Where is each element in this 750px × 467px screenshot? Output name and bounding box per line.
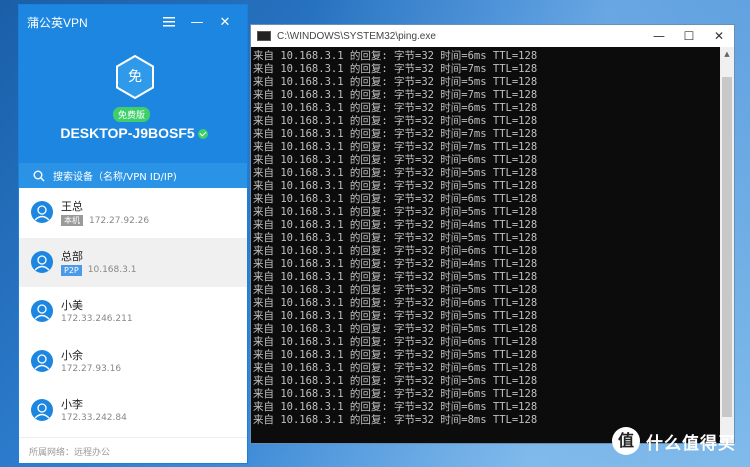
device-list: 王总 本机 172.27.92.26 总部 P2P 10.168.3.1 小美 … xyxy=(19,188,247,436)
console-lines: 来自 10.168.3.1 的回复: 字节=32 时间=6ms TTL=128 来… xyxy=(253,50,537,427)
console-line: 来自 10.168.3.1 的回复: 字节=32 时间=5ms TTL=128 xyxy=(253,310,538,322)
device-item-hq[interactable]: 总部 P2P 10.168.3.1 xyxy=(19,237,247,287)
console-line: 来自 10.168.3.1 的回复: 字节=32 时间=5ms TTL=128 xyxy=(253,232,538,244)
search-placeholder: 搜索设备（名称/VPN ID/IP) xyxy=(53,172,177,183)
device-sub: 本机 172.27.92.26 xyxy=(61,215,149,226)
plan-badge: 免费版 xyxy=(113,107,151,122)
hamburger-icon[interactable] xyxy=(155,12,183,32)
device-sub: 172.33.246.211 xyxy=(61,314,133,324)
console-line: 来自 10.168.3.1 的回复: 字节=32 时间=6ms TTL=128 xyxy=(253,401,538,413)
device-item-xiaoyu[interactable]: 小余 172.27.93.16 xyxy=(19,337,247,387)
console-line: 来自 10.168.3.1 的回复: 字节=32 时间=6ms TTL=128 xyxy=(253,193,538,205)
ping-console-window: C:\WINDOWS\SYSTEM32\ping.exe — ☐ ✕ 来自 10… xyxy=(250,24,735,444)
device-item-wang[interactable]: 王总 本机 172.27.92.26 xyxy=(19,188,247,238)
watermark-text: 什么值得买 xyxy=(646,433,736,454)
device-name: 小美 xyxy=(61,299,83,312)
console-line: 来自 10.168.3.1 的回复: 字节=32 时间=6ms TTL=128 xyxy=(253,388,538,400)
device-ip: 172.33.246.211 xyxy=(61,314,133,324)
search-icon xyxy=(33,170,45,181)
console-output[interactable]: 来自 10.168.3.1 的回复: 字节=32 时间=6ms TTL=128 来… xyxy=(251,47,734,443)
app-title: 蒲公英VPN xyxy=(27,15,88,30)
console-line: 来自 10.168.3.1 的回复: 字节=32 时间=6ms TTL=128 xyxy=(253,336,538,348)
device-name: 王总 xyxy=(61,200,83,213)
vpn-window: 蒲公英VPN — ✕ 免 免费版 DESKTOP-J9BOSF5 搜索设备（名称… xyxy=(18,4,248,464)
console-line: 来自 10.168.3.1 的回复: 字节=32 时间=5ms TTL=128 xyxy=(253,167,538,179)
user-avatar-icon xyxy=(31,250,53,273)
watermark-logo: 值 xyxy=(612,427,640,455)
console-line: 来自 10.168.3.1 的回复: 字节=32 时间=5ms TTL=128 xyxy=(253,271,538,283)
console-line: 来自 10.168.3.1 的回复: 字节=32 时间=6ms TTL=128 xyxy=(253,245,538,257)
user-avatar-icon xyxy=(31,201,53,223)
console-scrollbar[interactable]: ▲ xyxy=(720,47,734,443)
close-button[interactable]: ✕ xyxy=(211,12,239,32)
console-line: 来自 10.168.3.1 的回复: 字节=32 时间=5ms TTL=128 xyxy=(253,349,538,361)
console-maximize-button[interactable]: ☐ xyxy=(674,25,704,47)
console-line: 来自 10.168.3.1 的回复: 字节=32 时间=6ms TTL=128 xyxy=(253,115,538,127)
device-name: DESKTOP-J9BOSF5 xyxy=(60,125,195,141)
console-line: 来自 10.168.3.1 的回复: 字节=32 时间=7ms TTL=128 xyxy=(253,128,538,140)
console-line: 来自 10.168.3.1 的回复: 字节=32 时间=7ms TTL=128 xyxy=(253,63,538,75)
console-line: 来自 10.168.3.1 的回复: 字节=32 时间=8ms TTL=128 xyxy=(253,414,538,426)
device-item-xiaomei[interactable]: 小美 172.33.246.211 xyxy=(19,287,247,337)
device-ip: 172.33.242.84 xyxy=(61,413,127,423)
console-icon xyxy=(257,31,271,41)
device-sub: 172.33.242.84 xyxy=(61,413,127,423)
console-line: 来自 10.168.3.1 的回复: 字节=32 时间=5ms TTL=128 xyxy=(253,284,538,296)
status-badge: 本机 xyxy=(61,215,83,226)
avatar-char: 免 xyxy=(128,69,142,85)
device-ip: 10.168.3.1 xyxy=(87,265,137,275)
device-ip: 172.27.92.26 xyxy=(89,215,150,226)
console-line: 来自 10.168.3.1 的回复: 字节=32 时间=4ms TTL=128 xyxy=(253,219,538,231)
vpn-titlebar: 蒲公英VPN — ✕ xyxy=(19,5,247,39)
online-check-icon xyxy=(197,129,208,140)
search-input[interactable]: 搜索设备（名称/VPN ID/IP) xyxy=(19,163,247,188)
account-avatar[interactable]: 免 xyxy=(115,54,155,100)
user-avatar-icon xyxy=(31,300,53,322)
device-sub: 172.27.93.16 xyxy=(61,364,121,374)
console-line: 来自 10.168.3.1 的回复: 字节=32 时间=6ms TTL=128 xyxy=(253,362,538,374)
device-sub: P2P 10.168.3.1 xyxy=(61,264,137,276)
device-name-row: DESKTOP-J9BOSF5 xyxy=(19,125,247,141)
watermark: 值 什么值得买 xyxy=(612,427,736,455)
device-name: 小李 xyxy=(61,398,83,411)
console-close-button[interactable]: ✕ xyxy=(704,25,734,47)
device-item-xiaoli[interactable]: 小李 172.33.242.84 xyxy=(19,386,247,436)
status-badge: P2P xyxy=(61,264,82,276)
user-avatar-icon xyxy=(31,349,53,372)
console-line: 来自 10.168.3.1 的回复: 字节=32 时间=5ms TTL=128 xyxy=(253,375,538,387)
console-line: 来自 10.168.3.1 的回复: 字节=32 时间=4ms TTL=128 xyxy=(253,258,538,270)
console-line: 来自 10.168.3.1 的回复: 字节=32 时间=6ms TTL=128 xyxy=(253,50,538,62)
console-line: 来自 10.168.3.1 的回复: 字节=32 时间=7ms TTL=128 xyxy=(253,141,538,153)
console-line: 来自 10.168.3.1 的回复: 字节=32 时间=5ms TTL=128 xyxy=(253,180,538,192)
console-line: 来自 10.168.3.1 的回复: 字节=32 时间=5ms TTL=128 xyxy=(253,206,538,218)
scroll-up-icon[interactable]: ▲ xyxy=(720,47,734,61)
minimize-button[interactable]: — xyxy=(183,12,211,32)
device-ip: 172.27.93.16 xyxy=(61,363,122,374)
console-line: 来自 10.168.3.1 的回复: 字节=32 时间=5ms TTL=128 xyxy=(253,323,538,335)
console-titlebar: C:\WINDOWS\SYSTEM32\ping.exe — ☐ ✕ xyxy=(251,25,734,47)
console-line: 来自 10.168.3.1 的回复: 字节=32 时间=7ms TTL=128 xyxy=(253,89,538,101)
console-title: C:\WINDOWS\SYSTEM32\ping.exe xyxy=(277,30,436,42)
console-line: 来自 10.168.3.1 的回复: 字节=32 时间=5ms TTL=128 xyxy=(253,76,538,88)
user-avatar-icon xyxy=(31,399,53,421)
device-name: 总部 xyxy=(61,249,83,263)
vpn-header: 蒲公英VPN — ✕ 免 免费版 DESKTOP-J9BOSF5 搜索设备（名称… xyxy=(19,5,247,188)
scroll-thumb[interactable] xyxy=(722,77,732,417)
console-minimize-button[interactable]: — xyxy=(644,25,674,47)
console-line: 来自 10.168.3.1 的回复: 字节=32 时间=6ms TTL=128 xyxy=(253,297,538,309)
console-line: 来自 10.168.3.1 的回复: 字节=32 时间=6ms TTL=128 xyxy=(253,154,538,166)
console-line: 来自 10.168.3.1 的回复: 字节=32 时间=6ms TTL=128 xyxy=(253,102,538,114)
network-footer: 所属网络：远程办公 xyxy=(19,437,247,463)
device-name: 小余 xyxy=(61,348,83,362)
